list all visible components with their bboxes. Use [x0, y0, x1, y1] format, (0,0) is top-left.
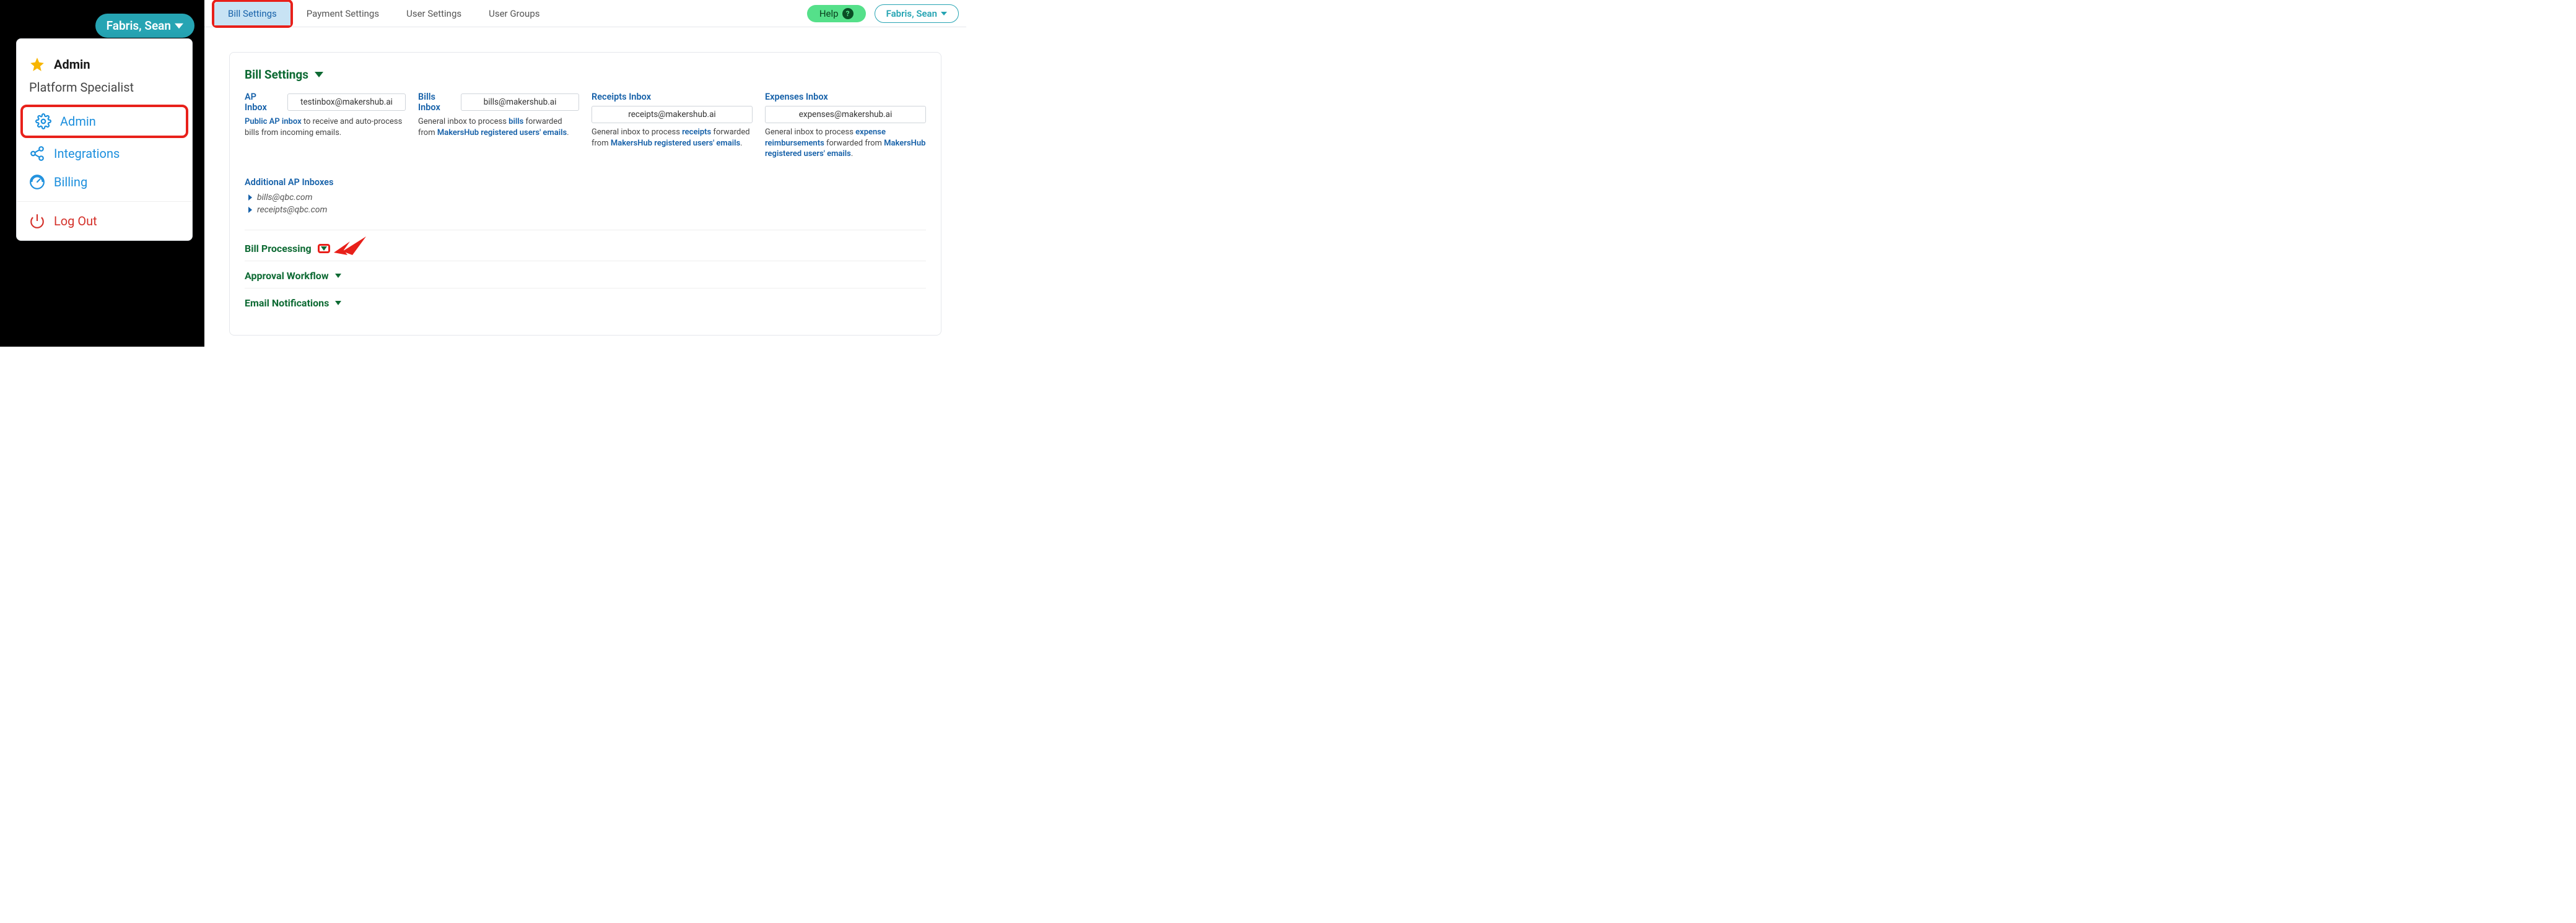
approval-workflow-label: Approval Workflow	[245, 270, 329, 282]
ap-inbox-description: Public AP inbox to receive and auto-proc…	[245, 116, 406, 138]
ap-inbox-input[interactable]	[287, 93, 406, 111]
menu-item-billing[interactable]: Billing	[17, 168, 192, 196]
bill-processing-label: Bill Processing	[245, 243, 312, 254]
arrow-annotation-icon	[331, 234, 369, 264]
email-notifications-section-header[interactable]: Email Notifications	[245, 297, 926, 315]
tab-payment-settings[interactable]: Payment Settings	[293, 2, 393, 25]
receipts-inbox-description: General inbox to process receipts forwar…	[592, 127, 753, 149]
help-button[interactable]: Help ?	[807, 5, 866, 22]
share-icon	[29, 145, 45, 162]
receipts-inbox-block: Receipts Inbox General inbox to process …	[592, 92, 753, 149]
bills-inbox-input[interactable]	[461, 93, 579, 111]
caret-down-icon	[335, 274, 341, 278]
menu-item-logout[interactable]: Log Out	[17, 201, 192, 235]
bill-settings-card: Bill Settings AP Inbox Public AP inbox t…	[229, 52, 941, 336]
approval-workflow-section-header[interactable]: Approval Workflow	[245, 270, 926, 288]
bill-processing-caret-highlight	[318, 244, 330, 253]
bill-settings-highlight-annotation: Bill Settings	[212, 0, 293, 28]
bills-inbox-description: General inbox to process bills forwarded…	[418, 116, 579, 138]
caret-right-icon	[248, 194, 252, 201]
receipts-inbox-input[interactable]	[592, 106, 753, 123]
power-icon	[29, 213, 45, 229]
settings-tabbar: Bill Settings Payment Settings User Sett…	[204, 0, 966, 27]
caret-down-icon	[175, 22, 183, 30]
dropdown-admin-header: Admin	[17, 50, 192, 79]
user-menu-button[interactable]: Fabris, Sean	[95, 14, 194, 38]
bills-inbox-block: Bills Inbox General inbox to process bil…	[418, 92, 579, 138]
additional-inbox-item[interactable]: bills@qbc.com	[245, 193, 926, 202]
caret-down-icon	[941, 12, 947, 15]
menu-item-integrations-label: Integrations	[54, 146, 120, 161]
bill-settings-title: Bill Settings	[245, 67, 308, 82]
email-notifications-label: Email Notifications	[245, 297, 329, 309]
caret-down-icon	[321, 246, 327, 251]
left-overlay-panel: Fabris, Sean Admin Platform Specialist A…	[0, 0, 204, 347]
menu-item-integrations[interactable]: Integrations	[17, 139, 192, 168]
header-user-label: Fabris, Sean	[886, 8, 937, 19]
header-user-button[interactable]: Fabris, Sean	[875, 4, 959, 23]
question-icon: ?	[842, 8, 854, 19]
tab-user-settings[interactable]: User Settings	[393, 2, 475, 25]
star-icon	[29, 56, 45, 72]
menu-item-billing-label: Billing	[54, 175, 87, 189]
expenses-inbox-description: General inbox to process expense reimbur…	[765, 127, 926, 160]
admin-highlight-annotation: Admin	[20, 105, 188, 138]
menu-item-logout-label: Log Out	[54, 214, 97, 228]
caret-right-icon	[248, 207, 252, 213]
ap-inbox-block: AP Inbox Public AP inbox to receive and …	[245, 92, 406, 138]
gear-icon	[35, 113, 51, 129]
additional-inbox-item[interactable]: receipts@qbc.com	[245, 205, 926, 215]
main-content: Bill Settings Payment Settings User Sett…	[204, 0, 966, 347]
user-dropdown-menu: Admin Platform Specialist Admin Integrat…	[16, 38, 193, 241]
bill-processing-section-header[interactable]: Bill Processing	[245, 243, 926, 261]
expenses-inbox-label: Expenses Inbox	[765, 92, 921, 102]
caret-down-icon	[315, 72, 323, 77]
receipts-inbox-label: Receipts Inbox	[592, 92, 748, 102]
expenses-inbox-input[interactable]	[765, 106, 926, 123]
admin-title-label: Admin	[54, 57, 90, 72]
caret-down-icon	[335, 301, 341, 305]
bill-settings-section-header[interactable]: Bill Settings	[245, 67, 926, 82]
dashboard-icon	[29, 174, 45, 190]
menu-item-admin[interactable]: Admin	[23, 107, 186, 136]
dropdown-subtitle: Platform Specialist	[17, 79, 192, 103]
additional-inboxes-label: Additional AP Inboxes	[245, 177, 926, 188]
ap-inbox-label: AP Inbox	[245, 92, 276, 113]
tab-bill-settings[interactable]: Bill Settings	[214, 2, 290, 25]
expenses-inbox-block: Expenses Inbox General inbox to process …	[765, 92, 926, 160]
additional-inboxes-block: Additional AP Inboxes bills@qbc.com rece…	[245, 177, 926, 215]
menu-item-admin-label: Admin	[60, 114, 96, 129]
user-name-label: Fabris, Sean	[107, 19, 171, 33]
bills-inbox-label: Bills Inbox	[418, 92, 450, 113]
tab-user-groups[interactable]: User Groups	[475, 2, 553, 25]
help-label: Help	[819, 8, 839, 19]
